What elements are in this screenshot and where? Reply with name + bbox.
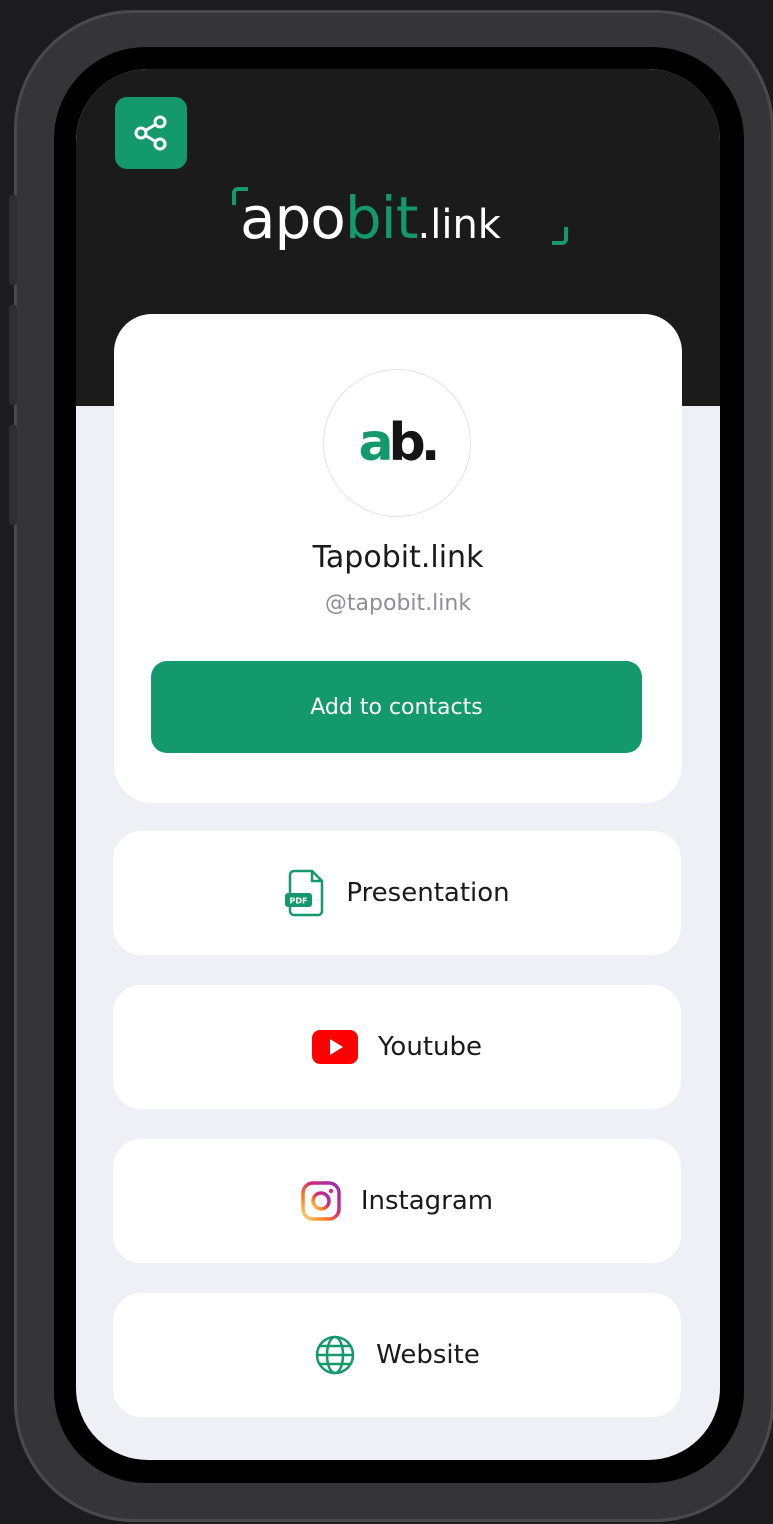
link-youtube[interactable]: Youtube — [113, 985, 681, 1109]
logo-bracket-right — [552, 227, 568, 245]
globe-icon — [314, 1334, 356, 1376]
phone-side-button — [9, 425, 17, 525]
link-instagram[interactable]: Instagram — [113, 1139, 681, 1263]
avatar-letter-b: b. — [388, 413, 441, 473]
share-button[interactable] — [115, 97, 187, 169]
logo-text: apobit.link — [240, 179, 501, 264]
pdf-file-icon: PDF — [284, 869, 326, 917]
logo-part-bit: bit — [344, 184, 419, 252]
link-presentation[interactable]: PDF Presentation — [113, 831, 681, 955]
link-website[interactable]: Website — [113, 1293, 681, 1417]
svg-text:PDF: PDF — [290, 897, 308, 906]
link-label-instagram: Instagram — [360, 1186, 494, 1216]
profile-handle: @tapobit.link — [324, 591, 472, 616]
share-icon — [131, 113, 171, 153]
profile-card: ab. Tapobit.link @tapobit.link Add to co… — [114, 314, 682, 803]
avatar-letter-a: a — [358, 413, 393, 473]
link-label-website: Website — [376, 1340, 480, 1370]
link-label-presentation: Presentation — [346, 878, 510, 908]
phone-side-button — [9, 305, 17, 405]
link-label-youtube: Youtube — [378, 1032, 482, 1062]
phone-screen: apobit.link ab. Tapobit.link @tapobit.li… — [76, 69, 720, 1460]
logo-part-link: .link — [417, 202, 501, 248]
add-to-contacts-button[interactable]: Add to contacts — [151, 661, 642, 753]
brand-logo: apobit.link — [226, 177, 576, 259]
logo-part-apo: apo — [240, 184, 346, 252]
phone-side-button — [9, 195, 17, 285]
instagram-icon — [301, 1181, 341, 1221]
avatar: ab. — [323, 369, 471, 517]
youtube-icon — [312, 1030, 358, 1064]
avatar-logo: ab. — [358, 417, 440, 469]
profile-name: Tapobit.link — [312, 540, 484, 575]
